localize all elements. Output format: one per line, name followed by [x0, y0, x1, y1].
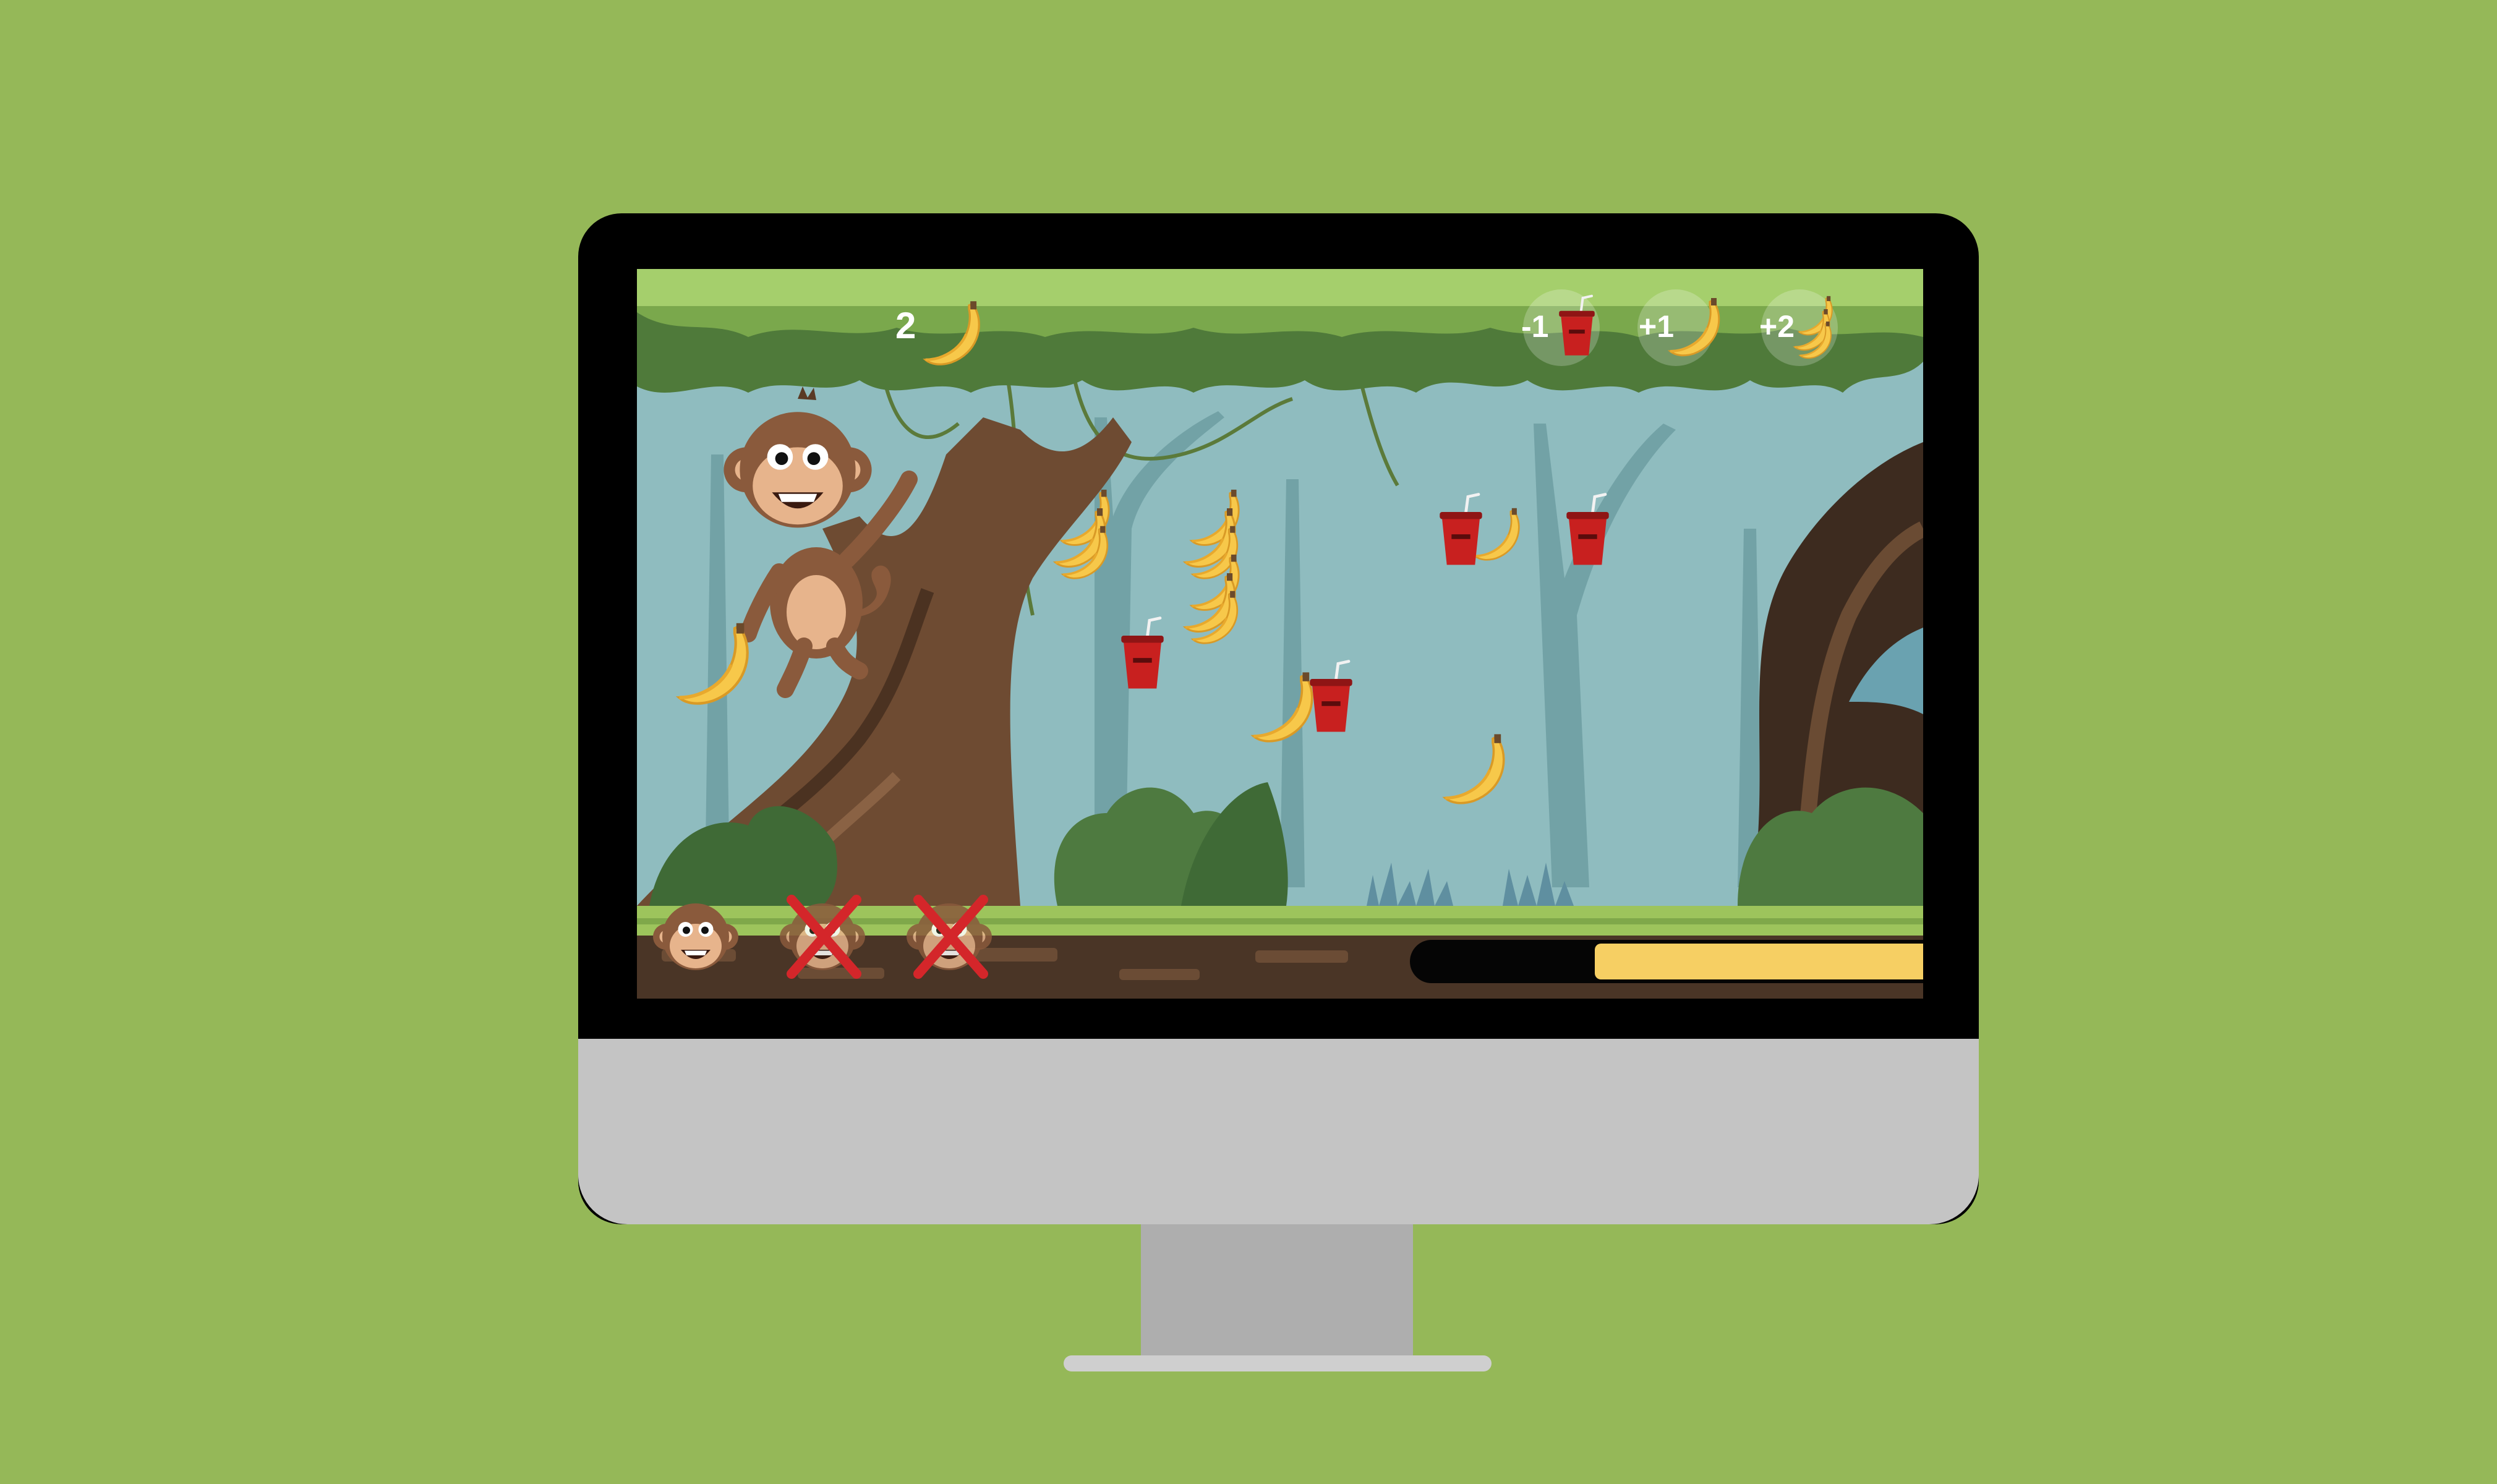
game-scene: 2 -1 +1 +2 — [637, 269, 1923, 999]
legend-cup-label: -1 — [1521, 309, 1548, 344]
legend-bunch-label: +2 — [1759, 309, 1795, 344]
canopy — [637, 269, 1923, 393]
banana-count: 2 — [895, 305, 916, 346]
lives — [653, 895, 992, 979]
monitor-foot — [1064, 1355, 1492, 1371]
legend-banana-label: +1 — [1639, 309, 1674, 344]
game-screen[interactable]: 2 -1 +1 +2 — [637, 269, 1923, 999]
score-legend: -1 +1 +2 — [1521, 289, 1838, 366]
progress-fill — [1594, 944, 1923, 979]
monitor-stand — [1141, 1224, 1413, 1357]
monitor-chin — [578, 1039, 1979, 1224]
progress-bar — [1410, 940, 1923, 983]
